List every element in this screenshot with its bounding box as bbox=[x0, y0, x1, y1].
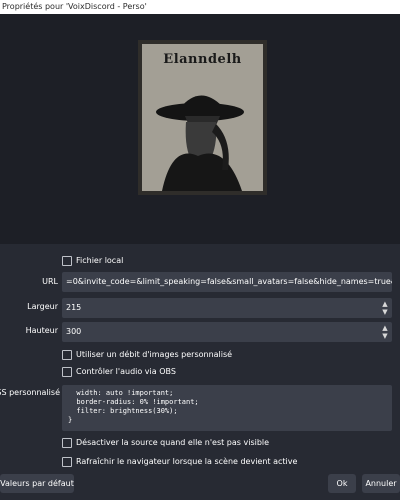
window-title: Propriétés pour 'VoixDiscord - Perso' bbox=[0, 0, 400, 14]
spin-down-icon[interactable]: ▼ bbox=[381, 332, 389, 340]
width-label: Largeur bbox=[27, 302, 58, 311]
ok-button[interactable]: Ok bbox=[328, 474, 356, 493]
custom-fps-checkbox[interactable] bbox=[62, 350, 72, 360]
local-file-checkbox[interactable] bbox=[62, 256, 72, 266]
custom-css-textarea[interactable]: width: auto !important; border-radius: 0… bbox=[62, 385, 392, 431]
defaults-button[interactable]: Valeurs par défaut bbox=[0, 474, 74, 493]
custom-css-label: CSS personnalisé bbox=[0, 388, 60, 397]
refresh-active-label: Rafraîchir le navigateur lorsque la scèn… bbox=[76, 457, 298, 466]
height-spinner[interactable]: ▲ ▼ bbox=[381, 324, 389, 340]
spin-down-icon[interactable]: ▼ bbox=[381, 308, 389, 316]
width-spinner[interactable]: ▲ ▼ bbox=[381, 300, 389, 316]
local-file-label: Fichier local bbox=[76, 256, 124, 265]
url-input[interactable]: =0&invite_code=&limit_speaking=false&sma… bbox=[62, 272, 392, 292]
control-audio-checkbox[interactable] bbox=[62, 367, 72, 377]
spin-up-icon[interactable]: ▲ bbox=[381, 324, 389, 332]
control-audio-label: Contrôler l'audio via OBS bbox=[76, 367, 176, 376]
spin-up-icon[interactable]: ▲ bbox=[381, 300, 389, 308]
cancel-button[interactable]: Annuler bbox=[362, 474, 400, 493]
height-value: 300 bbox=[66, 327, 82, 336]
shutdown-hidden-checkbox[interactable] bbox=[62, 438, 72, 448]
width-value: 215 bbox=[66, 303, 82, 312]
custom-fps-label: Utiliser un débit d'images personnalisé bbox=[76, 350, 233, 359]
refresh-active-checkbox[interactable] bbox=[62, 457, 72, 467]
height-spinbox[interactable]: 300 ▲ ▼ bbox=[62, 322, 392, 342]
width-spinbox[interactable]: 215 ▲ ▼ bbox=[62, 298, 392, 318]
avatar-name-text: Elanndelh bbox=[163, 52, 242, 67]
avatar-image: Elanndelh bbox=[138, 40, 267, 195]
source-preview: Elanndelh bbox=[0, 14, 400, 244]
height-label: Hauteur bbox=[25, 326, 58, 335]
shutdown-hidden-label: Désactiver la source quand elle n'est pa… bbox=[76, 438, 270, 447]
url-label: URL bbox=[42, 277, 58, 286]
